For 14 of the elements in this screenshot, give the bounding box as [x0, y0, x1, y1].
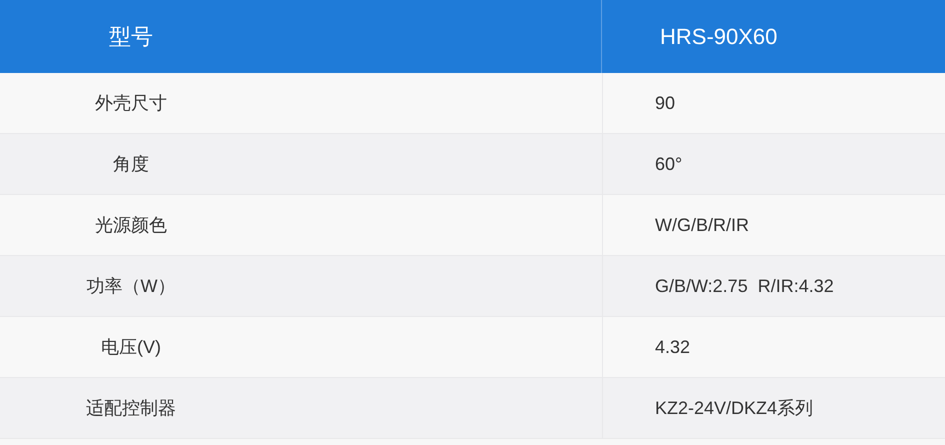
table-cell-text: 角度 [112, 153, 150, 176]
table-cell-text: 适配控制器 [85, 397, 177, 420]
table-cell-text: 光源颜色 [94, 214, 168, 237]
table-cell-text: 电压(V) [100, 336, 162, 359]
table-cell-text: KZ2-24V/DKZ4系列 [655, 397, 814, 420]
table-cell: 90 [655, 92, 676, 114]
table-cell: 4.32 [655, 336, 690, 358]
table-cell-text: 外壳尺寸 [94, 92, 168, 115]
column-header: 型号 [108, 22, 154, 50]
column-header: HRS-90X60 [660, 24, 778, 50]
table-cell: W/G/B/R/IR [655, 214, 749, 236]
table-cell-text: 功率（W） [86, 275, 176, 298]
table-cell: 60° [655, 154, 682, 174]
table-cell: G/B/W:2.75 R/IR:4.32 [655, 276, 834, 296]
